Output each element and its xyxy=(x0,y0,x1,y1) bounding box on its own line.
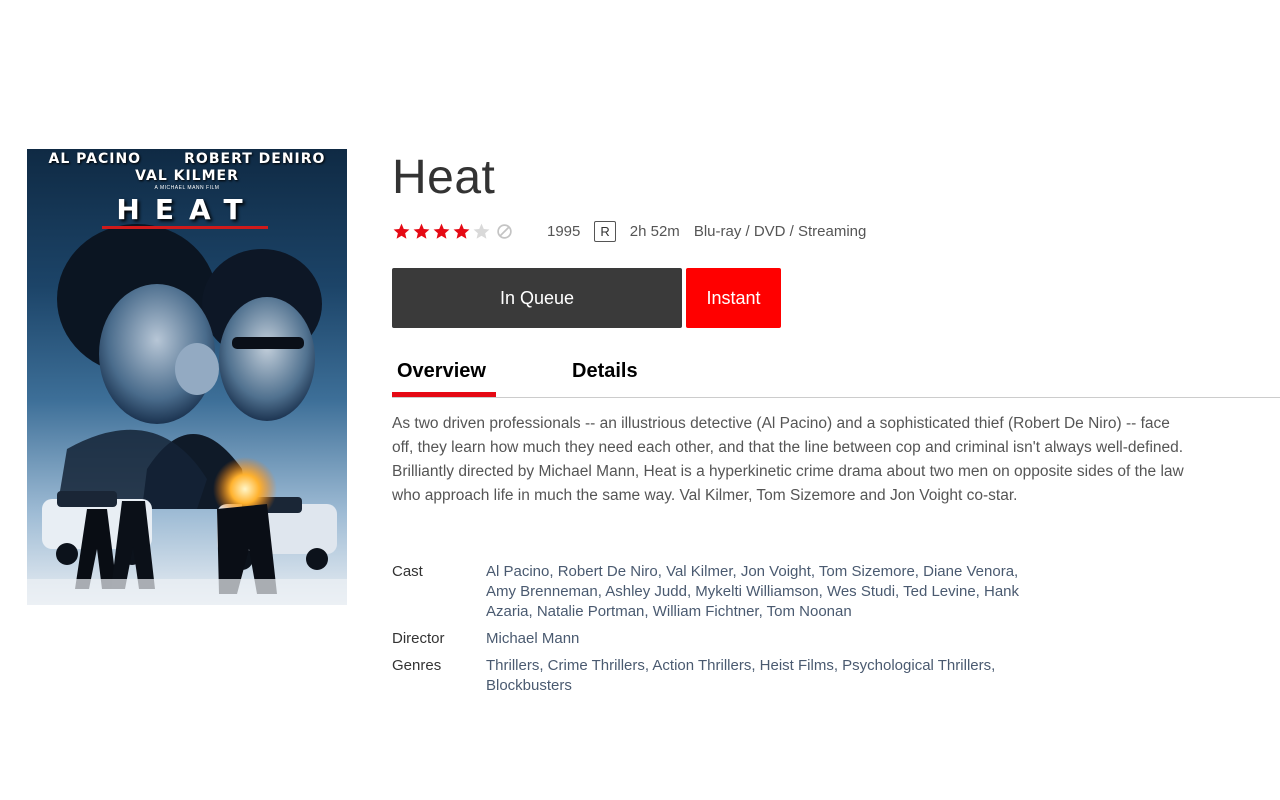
star-icon[interactable] xyxy=(452,222,471,241)
release-year: 1995 xyxy=(547,222,581,240)
cast-list[interactable]: Al Pacino, Robert De Niro, Val Kilmer, J… xyxy=(486,562,1046,622)
genres-label: Genres xyxy=(392,657,442,674)
movie-title: Heat xyxy=(392,151,496,204)
available-formats: Blu-ray / DVD / Streaming xyxy=(693,222,867,240)
synopsis: As two driven professionals -- an illust… xyxy=(392,415,1184,504)
star-icon[interactable] xyxy=(412,222,431,241)
director-label: Director xyxy=(392,630,445,647)
credit-row-director: Director Michael Mann xyxy=(392,629,1052,649)
credits-list: Cast Al Pacino, Robert De Niro, Val Kilm… xyxy=(392,562,1052,703)
credit-row-cast: Cast Al Pacino, Robert De Niro, Val Kilm… xyxy=(392,562,1052,622)
poster-actor-1: AL PACINO xyxy=(48,151,142,167)
not-interested-icon[interactable] xyxy=(496,223,513,240)
poster-title: HEAT xyxy=(116,193,258,226)
poster-actor-2: ROBERT DENIRO xyxy=(184,151,326,167)
star-rating[interactable] xyxy=(392,222,513,241)
movie-detail-page: AL PACINO ROBERT DENIRO VAL KILMER A MIC… xyxy=(0,0,1280,800)
in-queue-button[interactable]: In Queue xyxy=(392,268,682,328)
tab-bar: Overview Details xyxy=(392,356,1280,398)
poster-credits: AL PACINO ROBERT DENIRO VAL KILMER xyxy=(27,151,347,185)
runtime: 2h 52m xyxy=(629,222,680,240)
tab-overview[interactable]: Overview xyxy=(397,360,486,383)
tab-details[interactable]: Details xyxy=(572,360,638,383)
movie-meta: 1995 R 2h 52m Blu-ray / DVD / Streaming xyxy=(392,218,866,244)
star-icon[interactable] xyxy=(472,222,491,241)
director-link[interactable]: Michael Mann xyxy=(486,629,1046,649)
mpaa-rating-badge: R xyxy=(594,220,616,242)
poster-tagline: A MICHAEL MANN FILM xyxy=(154,185,220,191)
star-icon[interactable] xyxy=(392,222,411,241)
poster-actor-3: VAL KILMER xyxy=(135,168,239,184)
genres-list[interactable]: Thrillers, Crime Thrillers, Action Thril… xyxy=(486,656,1046,696)
movie-poster[interactable]: AL PACINO ROBERT DENIRO VAL KILMER A MIC… xyxy=(27,149,347,605)
star-icon[interactable] xyxy=(432,222,451,241)
credit-row-genres: Genres Thrillers, Crime Thrillers, Actio… xyxy=(392,656,1052,696)
cast-label: Cast xyxy=(392,563,423,580)
poster-title-underline xyxy=(102,226,268,229)
active-tab-indicator xyxy=(392,392,496,397)
instant-button[interactable]: Instant xyxy=(686,268,781,328)
